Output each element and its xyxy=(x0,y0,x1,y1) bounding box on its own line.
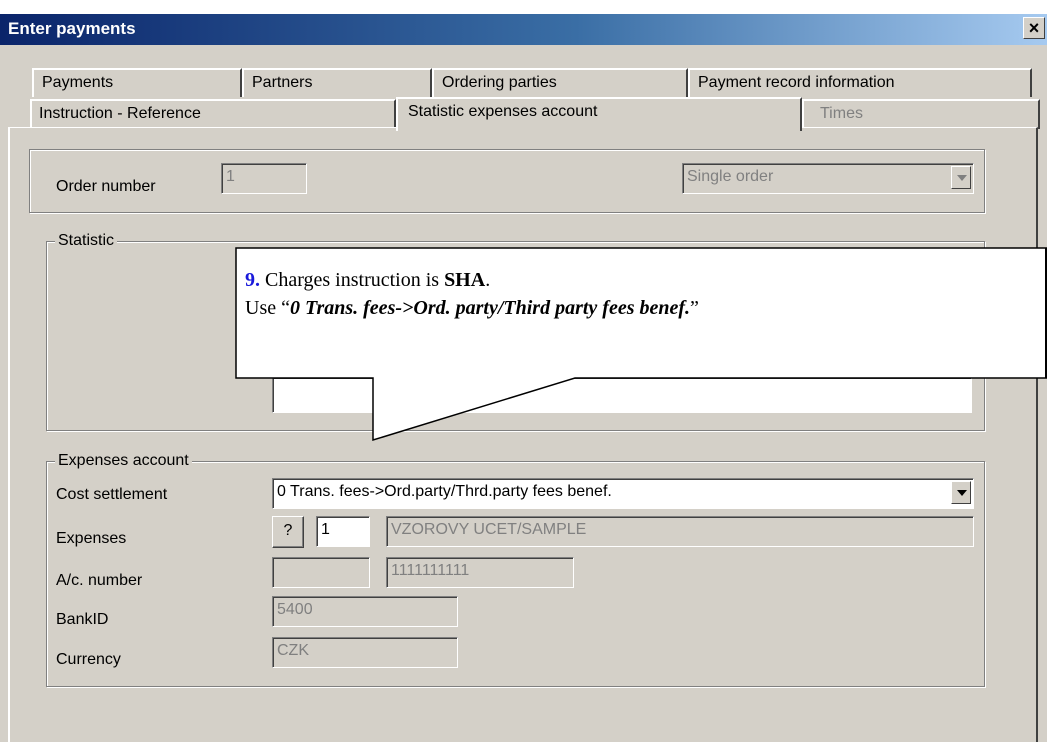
currency-label: Currency xyxy=(56,651,121,668)
callout-line2-emphasis: 0 Trans. fees->Ord. party/Third party fe… xyxy=(289,297,691,319)
chevron-down-icon[interactable] xyxy=(951,481,971,504)
expenses-name-field: VZOROVY UCET/SAMPLE xyxy=(386,516,974,547)
bankid-field: 5400 xyxy=(272,596,458,627)
callout-line1-pre: Charges instruction is xyxy=(260,269,445,291)
callout-line-2: Use “0 Trans. fees->Ord. party/Third par… xyxy=(245,294,699,322)
tab-statistic-expenses-account[interactable]: Statistic expenses account xyxy=(396,97,802,131)
callout-text: 9. Charges instruction is SHA. Use “0 Tr… xyxy=(245,266,699,322)
account-number-field: 1111111111 xyxy=(386,557,574,588)
callout-line2-post: ” xyxy=(690,297,699,319)
tab-label: Statistic expenses account xyxy=(408,103,598,120)
expenses-label: Expenses xyxy=(56,530,127,547)
callout-line1-post: . xyxy=(485,269,491,291)
callout-line2-pre: Use “ xyxy=(245,297,290,319)
cost-settlement-label: Cost settlement xyxy=(56,486,168,503)
expenses-code-field[interactable]: 1 xyxy=(316,516,370,547)
expenses-lookup-button[interactable]: ? xyxy=(272,516,304,548)
expenses-account-legend: Expenses account xyxy=(55,452,192,470)
currency-field: CZK xyxy=(272,637,458,668)
callout-line-1: 9. Charges instruction is SHA. xyxy=(245,266,699,294)
callout-step-number: 9. xyxy=(245,269,260,291)
bankid-label: BankID xyxy=(56,611,109,628)
account-number-label: A/c. number xyxy=(56,572,143,589)
callout-line1-bold: SHA xyxy=(444,269,486,291)
enter-payments-window: Enter payments × Payments Partners Order… xyxy=(0,0,1047,742)
account-prefix-field xyxy=(272,557,370,588)
cost-settlement-select[interactable]: 0 Trans. fees->Ord.party/Thrd.party fees… xyxy=(272,478,974,509)
cost-settlement-value: 0 Trans. fees->Ord.party/Thrd.party fees… xyxy=(277,483,612,500)
